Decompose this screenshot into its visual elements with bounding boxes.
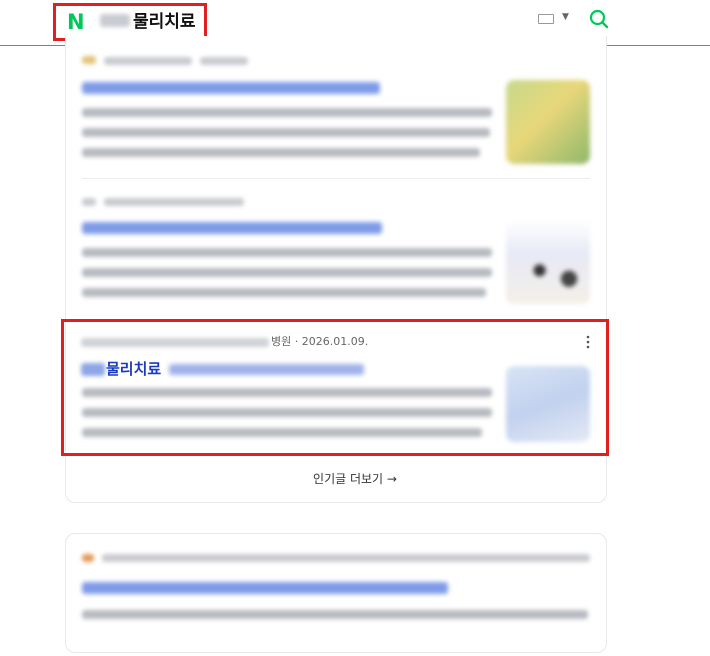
result-item[interactable]	[82, 546, 590, 656]
date-blurred	[200, 57, 248, 65]
blurred-query-prefix	[100, 14, 130, 27]
snippet-line	[82, 248, 492, 257]
snippet-line	[82, 610, 588, 619]
snippet-line	[82, 288, 486, 297]
source-favicon	[82, 554, 94, 562]
naver-logo[interactable]: N	[67, 11, 87, 33]
source-name-blurred	[81, 337, 269, 347]
result-title-blurred[interactable]	[82, 222, 382, 234]
title-tail-blurred	[169, 364, 365, 375]
search-icon[interactable]	[589, 9, 609, 29]
chevron-down-icon[interactable]: ▼	[562, 12, 569, 22]
source-row: 병원 · 2026.01.09.	[81, 335, 368, 349]
highlighted-result-box: 병원 · 2026.01.09. 물리치료	[61, 319, 609, 456]
source-favicon	[82, 198, 96, 206]
result-title[interactable]: 물리치료	[81, 360, 365, 378]
result-item[interactable]	[82, 192, 590, 312]
source-name-blurred	[104, 198, 244, 206]
result-title-blurred[interactable]	[82, 582, 448, 594]
keyboard-icon[interactable]	[538, 14, 554, 24]
source-suffix: 병원	[271, 335, 292, 348]
result-thumbnail[interactable]	[506, 80, 590, 164]
snippet-line	[82, 128, 490, 137]
query-text: 물리치료	[133, 12, 196, 32]
divider	[82, 178, 590, 179]
snippet-line	[82, 148, 480, 157]
source-url-blurred	[102, 554, 590, 562]
source-favicon	[82, 56, 96, 64]
result-title-blurred[interactable]	[82, 82, 380, 94]
snippet-line	[82, 108, 492, 117]
result-item[interactable]	[82, 50, 590, 182]
web-result-card	[65, 533, 607, 653]
more-options-icon[interactable]	[585, 334, 591, 350]
source-name-blurred	[104, 57, 192, 65]
title-text: 물리치료	[106, 360, 162, 378]
post-date: · 2026.01.09.	[294, 335, 369, 348]
more-popular-posts-link[interactable]: 인기글 더보기 →	[0, 470, 710, 487]
search-query[interactable]: 물리치료	[100, 11, 196, 33]
snippet-line	[82, 268, 492, 277]
blurred-title-prefix	[81, 363, 105, 376]
result-thumbnail[interactable]	[506, 220, 590, 304]
